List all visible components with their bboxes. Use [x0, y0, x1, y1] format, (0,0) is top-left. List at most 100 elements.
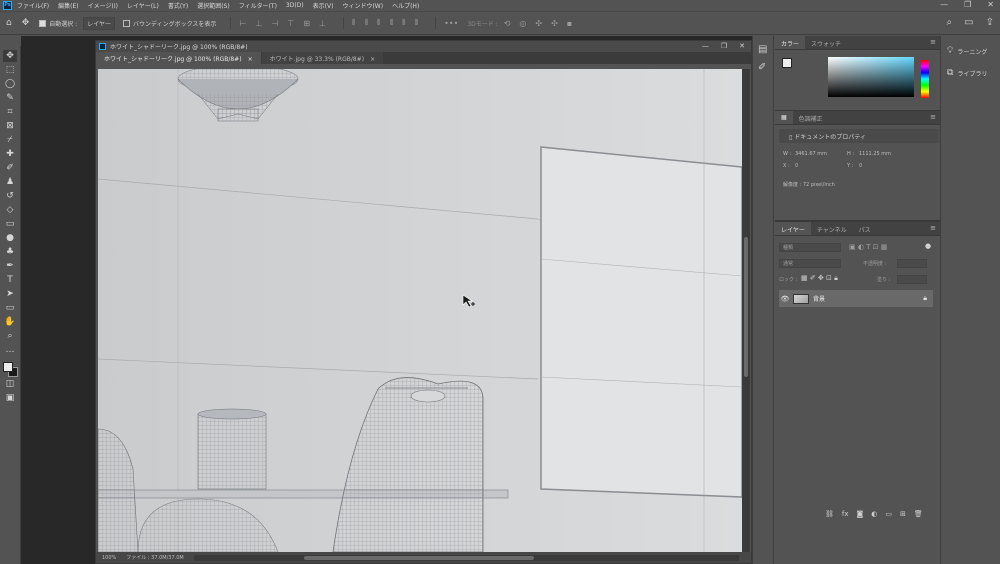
add-mask-icon[interactable]: ◙: [857, 510, 864, 518]
marquee-tool-icon[interactable]: ⬚: [3, 64, 17, 76]
panel-menu-icon[interactable]: ≡: [926, 222, 940, 235]
auto-select-dropdown[interactable]: レイヤー: [83, 16, 116, 30]
3d-slide-icon[interactable]: ✣: [551, 19, 558, 28]
gradient-tool-icon[interactable]: ▭: [3, 218, 17, 230]
brush-tool-icon[interactable]: ✐: [3, 162, 17, 174]
align-right-icon[interactable]: ⊣: [271, 19, 278, 28]
layer-style-icon[interactable]: fx: [842, 510, 849, 518]
visibility-eye-icon[interactable]: 👁︎: [779, 295, 791, 303]
tab-close-icon[interactable]: ×: [370, 56, 375, 63]
foreground-color-swatch[interactable]: [782, 58, 792, 68]
menu-window[interactable]: ウィンドウ(W): [342, 1, 383, 10]
minimize-icon[interactable]: —: [702, 42, 709, 50]
rectangle-tool-icon[interactable]: ▭: [3, 302, 17, 314]
tab-channels[interactable]: チャンネル: [811, 222, 853, 235]
distribute-icon[interactable]: ⦀: [390, 18, 394, 28]
file-size-info[interactable]: ファイル : 37.0M/37.0M: [126, 554, 183, 561]
move-tool-icon[interactable]: ✥: [3, 50, 17, 62]
tab-close-icon[interactable]: ×: [248, 56, 253, 63]
align-left-icon[interactable]: ⊢: [239, 19, 246, 28]
eraser-tool-icon[interactable]: ◇: [3, 204, 17, 216]
filter-icons[interactable]: ▣ ◐ T ⊡ ▦: [849, 243, 887, 251]
delete-layer-icon[interactable]: 🗑︎: [914, 510, 923, 518]
menu-edit[interactable]: 編集(E): [58, 1, 78, 10]
lasso-tool-icon[interactable]: ◯: [3, 78, 17, 90]
vertical-scrollbar[interactable]: [742, 69, 750, 552]
path-select-tool-icon[interactable]: ➤: [3, 288, 17, 300]
adjustment-layer-icon[interactable]: ◐: [871, 510, 877, 518]
close-icon[interactable]: ✕: [987, 0, 994, 9]
move-tool-icon[interactable]: ✥: [22, 18, 30, 28]
more-tools-icon[interactable]: …: [3, 344, 17, 356]
foreground-color-swatch[interactable]: [3, 362, 13, 372]
menu-help[interactable]: ヘルプ(H): [392, 1, 419, 10]
3d-scale-icon[interactable]: ▪: [567, 19, 572, 28]
zoom-level[interactable]: 100%: [102, 555, 116, 561]
show-transform-checkbox[interactable]: [123, 19, 131, 27]
crop-tool-icon[interactable]: ⌗: [3, 106, 17, 118]
y-value[interactable]: 0: [859, 163, 862, 169]
align-bottom-icon[interactable]: ⊥: [319, 19, 326, 28]
menu-3d[interactable]: 3D(D): [286, 2, 304, 9]
link-layers-icon[interactable]: ⛓: [825, 510, 834, 518]
filter-kind-select[interactable]: 種類: [779, 243, 841, 252]
menu-select[interactable]: 選択範囲(S): [197, 1, 230, 10]
blend-mode-select[interactable]: 通常: [779, 259, 841, 268]
distribute-icon[interactable]: ⦀: [352, 18, 356, 28]
history-icon[interactable]: ▤: [758, 44, 767, 55]
scrollbar-thumb[interactable]: [744, 237, 748, 377]
fill-field[interactable]: [897, 275, 927, 284]
menu-view[interactable]: 表示(V): [313, 1, 334, 10]
new-layer-icon[interactable]: ⊞: [900, 510, 906, 518]
clone-stamp-tool-icon[interactable]: ♟: [3, 176, 17, 188]
menu-image[interactable]: イメージ(I): [88, 1, 118, 10]
3d-pan-icon[interactable]: ✣: [535, 19, 542, 28]
quick-mask-icon[interactable]: ◫: [3, 378, 17, 390]
menu-filter[interactable]: フィルター(T): [239, 1, 277, 10]
distribute-icon[interactable]: ⦀: [402, 18, 406, 28]
width-value[interactable]: 3461.67 mm: [795, 151, 827, 157]
blur-tool-icon[interactable]: ●: [3, 232, 17, 244]
horizontal-scrollbar[interactable]: [193, 554, 739, 561]
tab-properties[interactable]: ▦: [775, 111, 793, 124]
zoom-tool-icon[interactable]: ⌕: [3, 330, 17, 342]
layer-name[interactable]: 背景: [813, 294, 825, 303]
panel-menu-icon[interactable]: ≡: [926, 111, 940, 124]
distribute-icon[interactable]: ⦀: [365, 18, 369, 28]
dodge-tool-icon[interactable]: ♣: [3, 246, 17, 258]
auto-select-checkbox[interactable]: [39, 19, 47, 27]
align-center-icon[interactable]: ⊥: [255, 19, 262, 28]
align-top-icon[interactable]: ⊤: [287, 19, 294, 28]
x-value[interactable]: 0: [795, 163, 798, 169]
3d-roll-icon[interactable]: ◎: [519, 19, 526, 28]
minimize-icon[interactable]: —: [940, 0, 948, 9]
screen-mode-icon[interactable]: ▣: [3, 392, 17, 404]
foreground-background-colors[interactable]: [3, 362, 19, 378]
menu-file[interactable]: ファイル(F): [17, 1, 49, 10]
search-icon[interactable]: ⌕: [947, 17, 953, 28]
hand-tool-icon[interactable]: ✋: [3, 316, 17, 328]
healing-brush-tool-icon[interactable]: ✚: [3, 148, 17, 160]
tab-document-1[interactable]: ホワイト_シャドーリーク.jpg @ 100% (RGB/8#) ×: [96, 52, 261, 64]
tab-adjustments[interactable]: 色調補正: [793, 111, 829, 124]
restore-icon[interactable]: ❐: [721, 42, 727, 50]
image-canvas[interactable]: [98, 69, 742, 552]
eyedropper-tool-icon[interactable]: ⌿: [3, 134, 17, 146]
tab-paths[interactable]: パス: [853, 222, 877, 235]
history-brush-tool-icon[interactable]: ↺: [3, 190, 17, 202]
tab-swatches[interactable]: スウォッチ: [805, 36, 847, 49]
frame-tool-icon[interactable]: ⊠: [3, 120, 17, 132]
new-group-icon[interactable]: ▭: [885, 510, 892, 518]
workspace-icon[interactable]: ▭: [964, 17, 973, 28]
3d-rotate-icon[interactable]: ⟲: [504, 19, 511, 28]
panel-menu-icon[interactable]: ≡: [926, 36, 940, 49]
type-tool-icon[interactable]: T: [3, 274, 17, 286]
restore-icon[interactable]: ❐: [964, 0, 971, 9]
share-icon[interactable]: ⇪: [986, 17, 994, 28]
menu-layer[interactable]: レイヤー(L): [127, 1, 159, 10]
hue-slider[interactable]: [921, 60, 929, 98]
pen-tool-icon[interactable]: ✒: [3, 260, 17, 272]
scrollbar-thumb[interactable]: [303, 555, 534, 560]
learn-button[interactable]: 💡︎ ラーニング: [947, 46, 987, 56]
quick-select-tool-icon[interactable]: ✎: [3, 92, 17, 104]
